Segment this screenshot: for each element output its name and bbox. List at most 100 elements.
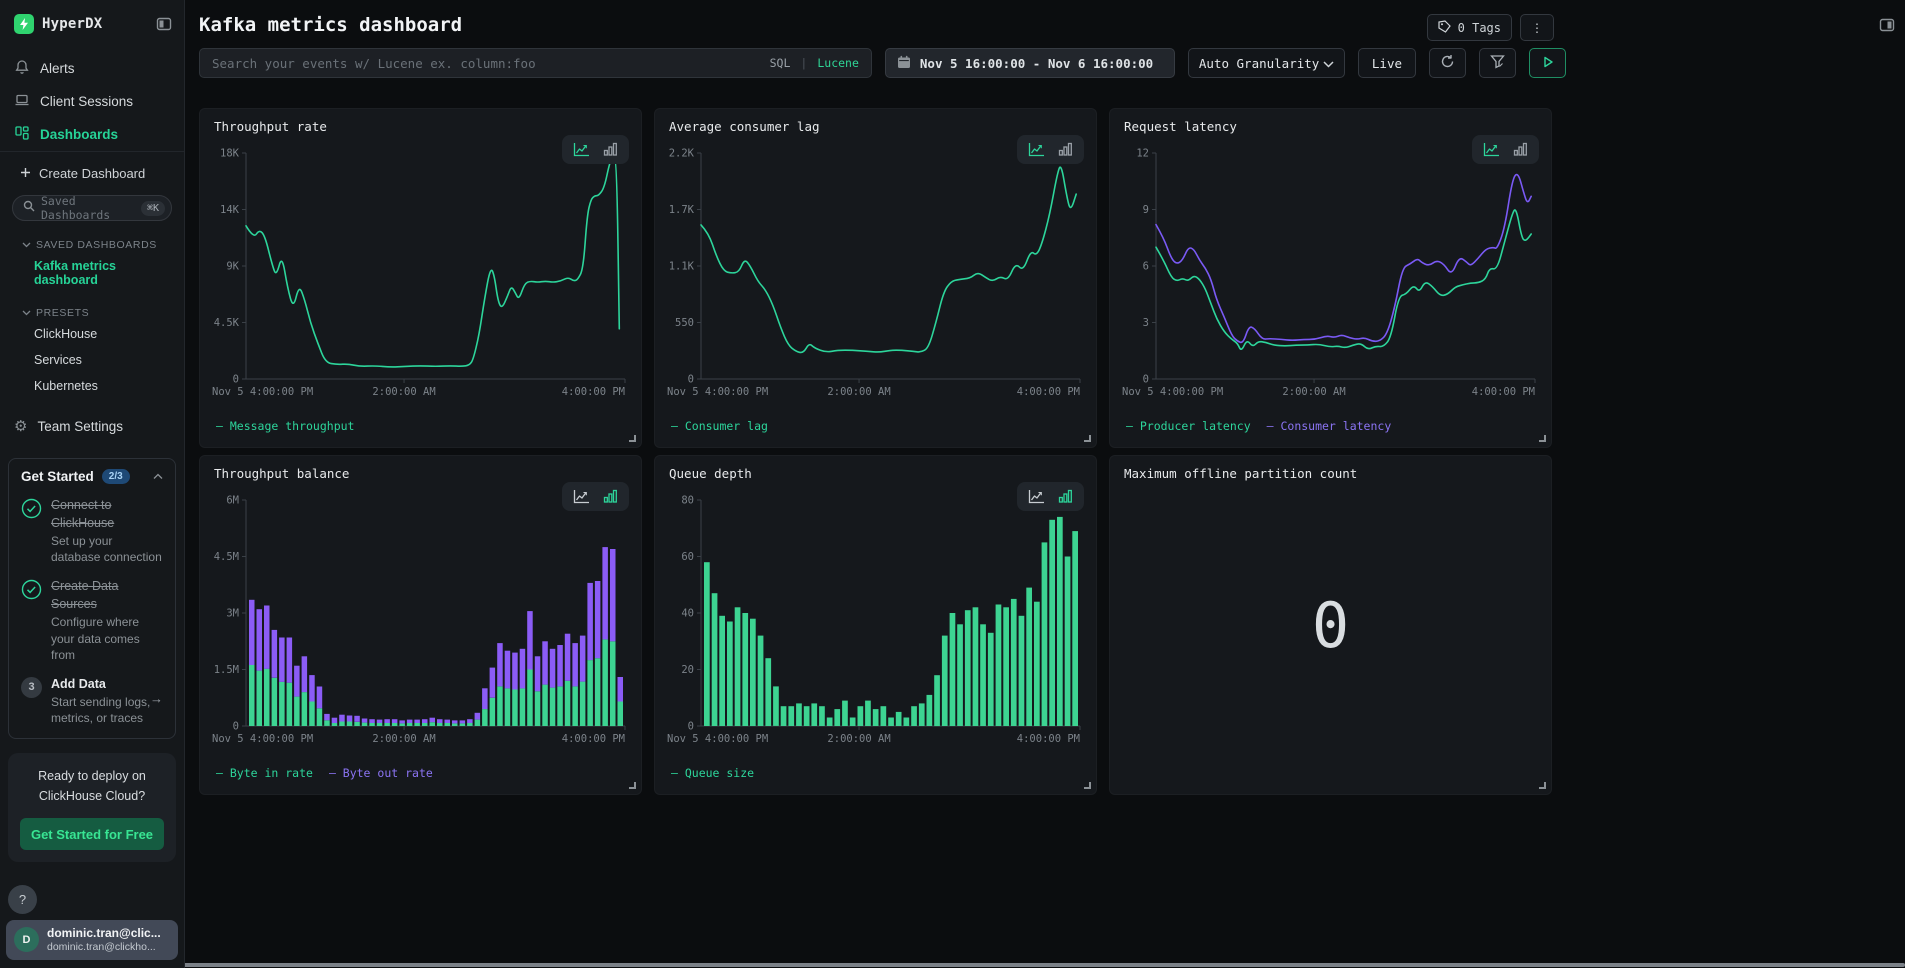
step-number-badge: 3 [21, 677, 42, 698]
filter-icon [1490, 54, 1505, 72]
legend-item-producer-latency[interactable]: — Producer latency [1126, 419, 1251, 433]
svg-text:0: 0 [233, 374, 239, 386]
svg-text:1.7K: 1.7K [669, 204, 695, 216]
line-chart-icon[interactable] [1483, 142, 1500, 157]
sidebar-item-clickhouse[interactable]: ClickHouse [0, 321, 184, 347]
chart-type-toolbar [562, 482, 629, 511]
lucene-toggle[interactable]: Lucene [817, 56, 859, 70]
bar-chart-icon[interactable] [1058, 489, 1073, 504]
svg-text:2:00:00 AM: 2:00:00 AM [372, 733, 435, 745]
get-started-free-button[interactable]: Get Started for Free [20, 818, 164, 850]
help-button[interactable]: ? [8, 885, 37, 914]
presets-section[interactable]: PRESETS [0, 293, 184, 321]
svg-text:4:00:00 PM: 4:00:00 PM [1017, 386, 1080, 398]
more-options-button[interactable]: ⋮ [1520, 14, 1554, 41]
get-started-title: Get Started [21, 469, 94, 484]
live-button[interactable]: Live [1358, 48, 1416, 78]
chart-canvas[interactable]: 2.2K1.7K1.1K5500Nov 5 4:00:00 PM2:00:00 … [667, 143, 1086, 401]
svg-text:2:00:00 AM: 2:00:00 AM [372, 386, 435, 398]
bar-chart-icon[interactable] [1513, 142, 1528, 157]
line-chart-icon[interactable] [573, 489, 590, 504]
event-search-input[interactable] [212, 56, 760, 71]
panel-resize-handle[interactable] [629, 435, 636, 442]
search-placeholder: Saved Dashboards [41, 194, 135, 222]
chart-legend: — Consumer lag [671, 419, 768, 433]
sidebar-item-label: Client Sessions [40, 94, 133, 109]
chart-canvas[interactable]: 6M4.5M3M1.5M0Nov 5 4:00:00 PM2:00:00 AM4… [212, 490, 631, 748]
svg-text:9: 9 [1143, 204, 1149, 216]
legend-item-byte-out-rate[interactable]: — Byte out rate [329, 766, 433, 780]
sidebar-item-label: Alerts [40, 61, 75, 76]
svg-text:60: 60 [681, 551, 694, 563]
user-email: dominic.tran@clickho... [47, 941, 161, 954]
sql-toggle[interactable]: SQL [770, 56, 791, 70]
svg-text:3M: 3M [226, 608, 239, 620]
step-connect-clickhouse[interactable]: Connect to ClickHouse Set up your databa… [21, 496, 163, 565]
chart-canvas[interactable]: 129630Nov 5 4:00:00 PM2:00:00 AM4:00:00 … [1122, 143, 1541, 401]
kebab-icon: ⋮ [1531, 21, 1543, 35]
svg-text:Nov 5 4:00:00 PM: Nov 5 4:00:00 PM [212, 386, 313, 398]
chart-legend: — Byte in rate — Byte out rate [216, 766, 433, 780]
panel-resize-handle[interactable] [1539, 782, 1546, 789]
legend-item-queue-size[interactable]: — Queue size [671, 766, 754, 780]
chart-canvas[interactable]: 18K14K9K4.5K0Nov 5 4:00:00 PM2:00:00 AM4… [212, 143, 631, 401]
avatar: D [14, 927, 39, 952]
bar-chart-icon[interactable] [1058, 142, 1073, 157]
panel-resize-handle[interactable] [629, 782, 636, 789]
sidebar: HyperDX Alerts Client Sessions Dashboard… [0, 0, 185, 968]
step-create-data-sources[interactable]: Create Data Sources Configure where your… [21, 577, 163, 663]
granularity-select[interactable]: Auto Granularity [1188, 48, 1345, 78]
svg-text:12: 12 [1136, 148, 1149, 160]
event-search-bar[interactable]: SQL | Lucene [199, 48, 872, 78]
svg-text:9K: 9K [226, 261, 239, 273]
panel-resize-handle[interactable] [1084, 435, 1091, 442]
filter-button[interactable] [1479, 48, 1516, 78]
line-chart-icon[interactable] [1028, 142, 1045, 157]
date-range-picker[interactable]: Nov 5 16:00:00 - Nov 6 16:00:00 [885, 48, 1175, 78]
sidebar-item-client-sessions[interactable]: Client Sessions [0, 85, 184, 118]
sidebar-nav: Alerts Client Sessions Dashboards [0, 44, 184, 152]
line-chart-icon[interactable] [1028, 489, 1045, 504]
sidebar-collapse-icon[interactable] [156, 16, 172, 32]
legend-item-consumer-lag[interactable]: — Consumer lag [671, 419, 768, 433]
hyperdx-logo-icon [14, 14, 34, 34]
sidebar-item-alerts[interactable]: Alerts [0, 52, 184, 85]
svg-text:4:00:00 PM: 4:00:00 PM [562, 733, 625, 745]
legend-item-consumer-latency[interactable]: — Consumer latency [1267, 419, 1392, 433]
legend-item-message-throughput[interactable]: — Message throughput [216, 419, 354, 433]
chevron-up-icon[interactable] [153, 473, 163, 480]
panel-resize-handle[interactable] [1539, 435, 1546, 442]
check-circle-icon [21, 498, 42, 524]
laptop-icon [14, 92, 30, 111]
bar-chart-icon[interactable] [603, 142, 618, 157]
saved-dashboards-search[interactable]: Saved Dashboards ⌘K [12, 195, 172, 221]
chart-type-toolbar [1017, 482, 1084, 511]
arrow-right-icon: → [150, 691, 163, 706]
step-add-data[interactable]: 3 Add Data Start sending logs, metrics, … [21, 675, 163, 726]
chart-canvas[interactable]: 806040200Nov 5 4:00:00 PM2:00:00 AM4:00:… [667, 490, 1086, 748]
clickhouse-cloud-promo: Ready to deploy on ClickHouse Cloud? Get… [8, 753, 176, 862]
progress-badge: 2/3 [102, 469, 130, 484]
run-query-button[interactable] [1529, 48, 1566, 78]
svg-text:1.5M: 1.5M [214, 664, 239, 676]
tags-button[interactable]: 0 Tags [1427, 14, 1512, 41]
saved-dashboards-section[interactable]: SAVED DASHBOARDS [0, 225, 184, 253]
sidebar-item-dashboards[interactable]: Dashboards [0, 118, 184, 151]
refresh-button[interactable] [1429, 48, 1466, 78]
panel-resize-handle[interactable] [1084, 782, 1091, 789]
horizontal-scrollbar[interactable] [0, 963, 1905, 967]
line-chart-icon[interactable] [573, 142, 590, 157]
user-menu[interactable]: D dominic.tran@clic... dominic.tran@clic… [6, 920, 178, 960]
sidebar-item-kafka-dashboard[interactable]: Kafka metrics dashboard [0, 253, 184, 293]
sidebar-item-kubernetes[interactable]: Kubernetes [0, 373, 184, 399]
dashboard-grid: Throughput rate 18K14K9K4.5K0Nov 5 4:00:… [199, 108, 1552, 795]
bar-chart-icon[interactable] [603, 489, 618, 504]
legend-item-byte-in-rate[interactable]: — Byte in rate [216, 766, 313, 780]
sidebar-item-services[interactable]: Services [0, 347, 184, 373]
panel-layout-icon[interactable] [1879, 17, 1895, 38]
panel-title: Queue depth [669, 466, 752, 481]
page-title: Kafka metrics dashboard [199, 14, 1566, 36]
team-settings-button[interactable]: ⚙ Team Settings [0, 399, 184, 440]
create-dashboard-button[interactable]: Create Dashboard [0, 152, 184, 185]
panel-queue-depth: Queue depth 806040200Nov 5 4:00:00 PM2:0… [654, 455, 1097, 795]
